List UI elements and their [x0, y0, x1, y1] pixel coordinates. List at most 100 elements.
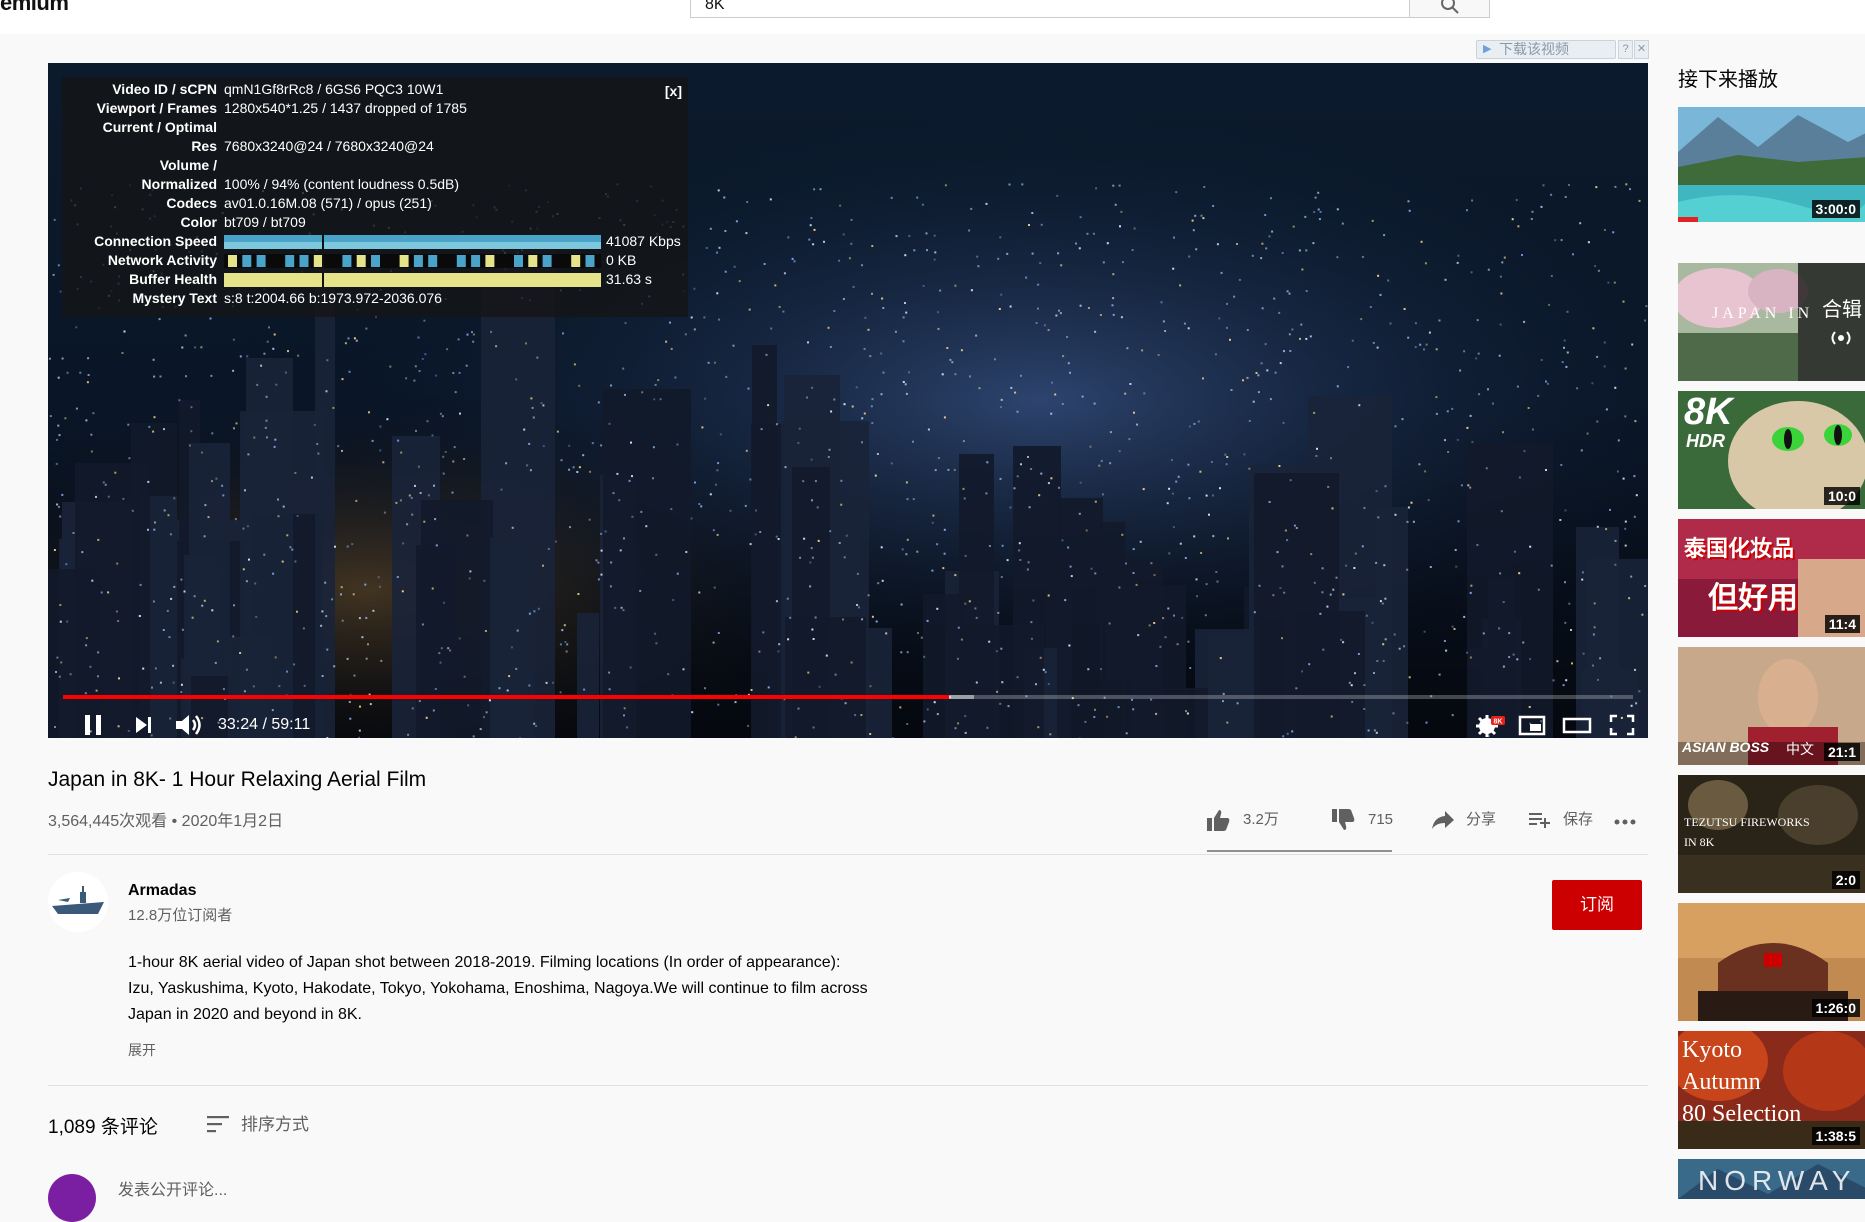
download-video-button[interactable]: 下载该视频: [1476, 40, 1616, 59]
top-bar: emium: [0, 0, 1865, 34]
progress-bar[interactable]: [63, 695, 1633, 699]
video-duration: 21:1: [1824, 743, 1860, 761]
subscribe-button[interactable]: 订阅: [1552, 880, 1642, 930]
stats-for-nerds-panel: [x] Video ID / sCPNqmN1Gf8rRc8 / 6GS6 PQ…: [62, 77, 688, 317]
stats-row: Mystery Text s:8 t:2004.66 b:1973.972-203…: [62, 290, 688, 309]
thumbnail-text: 但好用: [1708, 573, 1798, 617]
progress-played: [63, 695, 949, 699]
comment-count: 1,089 条评论: [48, 1112, 158, 1139]
more-actions-button[interactable]: [1610, 800, 1650, 840]
thumbnail-text: 80 Selection: [1682, 1101, 1801, 1128]
search-icon: [1440, 0, 1460, 15]
thumbs-down-icon: [1330, 808, 1356, 832]
stats-row: Current / Optimal: [62, 119, 688, 138]
aircraft-carrier-logo-icon: [48, 872, 108, 932]
stats-label: Current / Optimal: [103, 119, 217, 135]
brand-logo[interactable]: emium: [0, 0, 68, 16]
stats-value: qmN1Gf8rRc8 / 6GS6 PQC3 10W1: [224, 81, 443, 97]
search-box: [690, 0, 1490, 18]
playlist-radio-icon: [1826, 325, 1856, 351]
thumbnail-text: 中文: [1786, 739, 1814, 759]
stats-row: Res7680x3240@24 / 7680x3240@24: [62, 138, 688, 157]
stats-row: Connection Speed 41087 Kbps: [62, 233, 688, 252]
miniplayer-icon[interactable]: [1515, 710, 1549, 738]
volume-icon[interactable]: [172, 710, 204, 738]
stats-label: Volume /: [160, 157, 217, 173]
next-icon[interactable]: [128, 710, 158, 738]
stats-label: Network Activity: [108, 252, 217, 268]
pause-icon[interactable]: [78, 710, 108, 738]
time-display: 33:24 / 59:11: [218, 710, 310, 738]
thumbnail-text: HDR: [1686, 431, 1725, 452]
video-title: Japan in 8K- 1 Hour Relaxing Aerial Film: [48, 768, 426, 792]
video-player[interactable]: [x] Video ID / sCPNqmN1Gf8rRc8 / 6GS6 PQ…: [48, 63, 1648, 738]
thumbnail-text: JAPAN IN: [1712, 305, 1813, 323]
save-button[interactable]: 保存: [1527, 800, 1607, 840]
like-button[interactable]: 3.2万: [1205, 800, 1305, 840]
quality-badge: 8K: [1494, 719, 1503, 726]
stats-label: Connection Speed: [94, 233, 217, 249]
theater-mode-icon[interactable]: [1560, 710, 1594, 738]
stats-row: Viewport / Frames 1280x540*1.25 / 1437 dr…: [62, 100, 688, 119]
search-button[interactable]: [1409, 0, 1489, 17]
add-comment-input[interactable]: 发表公开评论...: [118, 1176, 227, 1200]
dislike-button[interactable]: 715: [1330, 800, 1410, 840]
divider: [48, 854, 1648, 855]
subscriber-count: 12.8万位订阅者: [128, 904, 232, 925]
stats-value: s:8 t:2004.66 b:1973.972-2036.076: [224, 290, 442, 306]
download-close-button[interactable]: ✕: [1634, 40, 1649, 59]
stats-label: Codecs: [166, 195, 217, 211]
playlist-add-icon: [1527, 808, 1553, 832]
recommended-video[interactable]: ASIAN BOSS 中文 21:1: [1678, 647, 1865, 765]
stats-value: 1280x540*1.25 / 1437 dropped of 1785: [224, 100, 467, 116]
stats-value: 0 KB: [606, 252, 636, 268]
thumbnail-text: 泰国化妆品: [1684, 531, 1794, 563]
channel-name[interactable]: Armadas: [128, 882, 196, 900]
stats-value: av01.0.16M.08 (571) / opus (251): [224, 195, 432, 211]
stats-label: Video ID / sCPN: [112, 81, 217, 97]
stats-value: 41087 Kbps: [606, 233, 681, 249]
video-duration: 10:0: [1824, 487, 1860, 505]
recommended-video[interactable]: 1:26:0: [1678, 903, 1865, 1021]
recommended-video[interactable]: 3:00:0: [1678, 107, 1865, 222]
stats-sparkline: [224, 273, 601, 287]
search-input[interactable]: [691, 0, 1411, 17]
recommended-video[interactable]: 8K HDR 10:0: [1678, 391, 1865, 509]
stats-row: Colorbt709 / bt709: [62, 214, 688, 233]
share-button[interactable]: 分享: [1430, 800, 1510, 840]
like-ratio-bar: [1207, 850, 1392, 852]
recommended-video[interactable]: 泰国化妆品 但好用 11:4: [1678, 519, 1865, 637]
channel-avatar[interactable]: [48, 872, 108, 932]
stats-sparkline: [224, 254, 601, 268]
show-more-button[interactable]: 展开: [128, 1040, 156, 1060]
stats-row: Buffer Health31.63 s: [62, 271, 688, 290]
thumbnail-text: 8K: [1684, 391, 1733, 434]
user-avatar: [48, 1174, 96, 1222]
fullscreen-icon[interactable]: [1605, 710, 1639, 738]
stats-sparkline: [224, 235, 601, 249]
stats-row: Video ID / sCPN qmN1Gf8rRc8 / 6GS6 PQC3 1…: [62, 81, 688, 100]
thumbnail-text: IN 8K: [1684, 835, 1714, 850]
video-duration: 1:26:0: [1812, 999, 1860, 1017]
stats-label: Normalized: [142, 176, 217, 192]
recommended-video[interactable]: NORWAY: [1678, 1159, 1865, 1199]
stats-value: 31.63 s: [606, 271, 652, 287]
recommended-playlist[interactable]: JAPAN IN 合辑: [1678, 263, 1865, 381]
stats-row: Network Activity 0 KB: [62, 252, 688, 271]
stats-row: Codecs av01.0.16M.08 (571) / opus (251): [62, 195, 688, 214]
recommended-video[interactable]: Kyoto Autumn 80 Selection 1:38:5: [1678, 1031, 1865, 1149]
stats-label: Mystery Text: [132, 290, 217, 306]
thumbnail-text: NORWAY: [1698, 1165, 1856, 1197]
stats-label: Viewport / Frames: [97, 100, 217, 116]
sort-icon: [205, 1113, 231, 1135]
download-help-button[interactable]: ?: [1618, 40, 1633, 59]
video-duration: 1:38:5: [1812, 1127, 1860, 1145]
share-icon: [1430, 808, 1456, 832]
recommended-video[interactable]: TEZUTSU FIREWORKS IN 8K 2:0: [1678, 775, 1865, 893]
stats-row: Normalized 100% / 94% (content loudness 0…: [62, 176, 688, 195]
video-description: 1-hour 8K aerial video of Japan shot bet…: [128, 950, 868, 1028]
stats-value: 100% / 94% (content loudness 0.5dB): [224, 176, 459, 192]
thumbnail-text: ASIAN BOSS: [1682, 739, 1769, 755]
stats-label: Res: [191, 138, 217, 154]
settings-gear-icon[interactable]: 8K: [1472, 710, 1506, 738]
